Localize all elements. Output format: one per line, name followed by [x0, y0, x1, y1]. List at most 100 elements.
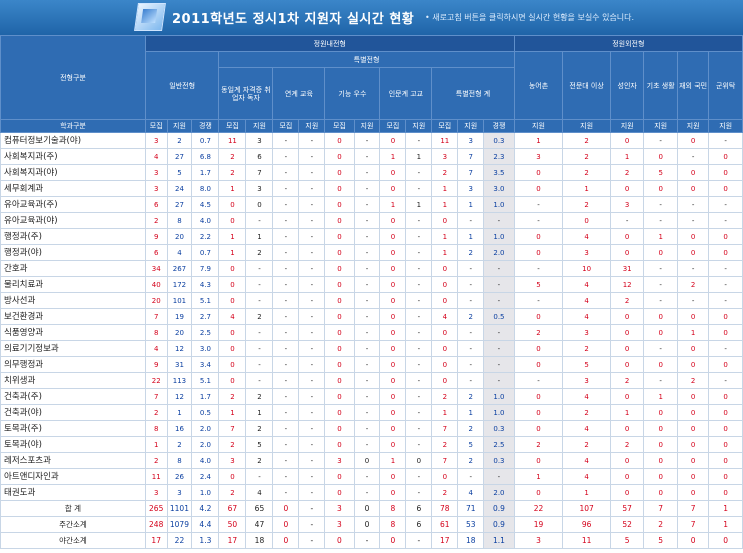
cell-value: 50: [218, 516, 247, 533]
dept-name: 의료기기정보과: [0, 340, 146, 357]
cell-value: 1: [609, 404, 645, 421]
cell-value: 0: [513, 452, 564, 469]
cell-value: 3: [431, 148, 459, 165]
cell-value: 0: [353, 500, 381, 517]
cell-value: 0: [379, 244, 407, 261]
cell-value: 1: [218, 244, 247, 261]
cell-value: 1.0: [191, 484, 220, 501]
cell-value: 7: [144, 388, 168, 405]
cell-value: 7: [431, 452, 459, 469]
cell-value: 11: [144, 468, 168, 485]
group-in-header: 정원내전형: [144, 35, 515, 52]
cell-value: 0: [643, 484, 678, 501]
cell-value: 0: [379, 164, 407, 181]
cell-value: 0: [379, 308, 407, 325]
cell-value: 2: [218, 484, 247, 501]
cell-value: -: [405, 164, 433, 181]
cell-value: 2: [218, 164, 247, 181]
cell-value: -: [405, 372, 433, 389]
cell-value: 0: [324, 436, 355, 453]
cell-value: 1: [166, 404, 193, 421]
cell-value: 0: [431, 292, 459, 309]
cell-value: 0: [379, 228, 407, 245]
cell-value: 5: [457, 436, 485, 453]
cell-value: 0: [379, 276, 407, 293]
cell-value: -: [353, 292, 381, 309]
cell-value: -: [405, 356, 433, 373]
cell-value: 2.5: [483, 436, 515, 453]
cell-value: 0: [218, 324, 247, 341]
dept-name: 건축과(주): [0, 388, 146, 405]
cell-value: 2: [144, 212, 168, 229]
dept-name: 유아교육과(주): [0, 196, 146, 213]
cell-value: -: [272, 340, 300, 357]
cell-value: 5.1: [191, 372, 220, 389]
cell-value: 0: [676, 228, 710, 245]
cell-value: -: [457, 356, 485, 373]
cell-value: 0: [643, 244, 678, 261]
cell-value: 0: [431, 276, 459, 293]
cell-value: 0: [353, 516, 381, 533]
cell-value: 0: [272, 516, 300, 533]
cell-value: 0: [609, 244, 645, 261]
cell-value: 2.0: [483, 484, 515, 501]
cell-value: -: [405, 532, 433, 549]
cell-value: -: [272, 276, 300, 293]
cell-value: 1: [431, 228, 459, 245]
cell-value: 0: [676, 484, 710, 501]
cell-value: -: [643, 212, 678, 229]
cell-value: -: [457, 372, 485, 389]
cell-value: -: [405, 388, 433, 405]
cell-value: 2: [457, 308, 485, 325]
cell-value: -: [643, 132, 678, 149]
cell-value: -: [353, 212, 381, 229]
cell-value: 0: [379, 436, 407, 453]
cell-value: 1: [379, 196, 407, 213]
cell-value: 2: [457, 388, 485, 405]
cell-value: -: [272, 324, 300, 341]
cell-value: 5: [166, 164, 193, 181]
cell-value: 3.4: [191, 356, 220, 373]
cell-value: 1: [218, 180, 247, 197]
cell-value: 4: [431, 308, 459, 325]
cell-value: 0: [324, 228, 355, 245]
cell-value: -: [245, 292, 274, 309]
cell-value: 0: [708, 308, 743, 325]
cell-value: 4: [562, 308, 611, 325]
cell-value: 18: [457, 532, 485, 549]
cell-value: -: [513, 196, 564, 213]
cell-value: 5: [609, 532, 645, 549]
cell-value: 0: [708, 484, 743, 501]
cell-value: -: [272, 388, 300, 405]
cell-value: 8: [144, 420, 168, 437]
cell-value: -: [457, 260, 485, 277]
cell-value: 1: [708, 516, 743, 533]
dept-name: 행정과(야): [0, 244, 146, 261]
cell-value: -: [272, 292, 300, 309]
cell-value: 1: [643, 228, 678, 245]
cell-value: 1: [431, 404, 459, 421]
cell-value: 0: [324, 180, 355, 197]
cell-value: -: [676, 292, 710, 309]
cell-value: 3: [144, 180, 168, 197]
cell-value: 8: [379, 500, 407, 517]
cell-value: 3: [144, 164, 168, 181]
cell-value: 0: [513, 356, 564, 373]
cell-value: 0: [609, 452, 645, 469]
table-row: 의료기기정보과 4 12 3.0 0- - -0-0-0- -0 2 0-0-: [0, 340, 743, 357]
cell-value: 0: [708, 148, 743, 165]
cell-value: 0: [513, 308, 564, 325]
cell-value: -: [298, 180, 326, 197]
cell-value: 0: [324, 532, 355, 549]
cell-value: 2: [513, 324, 564, 341]
cell-value: 101: [166, 292, 193, 309]
general-header: 일반전형: [144, 51, 220, 120]
cell-value: 0: [676, 452, 710, 469]
cell-value: -: [353, 420, 381, 437]
cell-value: 2: [245, 244, 274, 261]
cell-value: 0: [324, 420, 355, 437]
cell-value: 4: [218, 308, 247, 325]
cell-value: 0: [379, 340, 407, 357]
cell-value: 26: [166, 468, 193, 485]
table-row: 컴퓨터정보기술과(야) 3 2 0.7 11 3- -0-0-11 3 0.3 1 2 0-0-: [0, 132, 743, 149]
